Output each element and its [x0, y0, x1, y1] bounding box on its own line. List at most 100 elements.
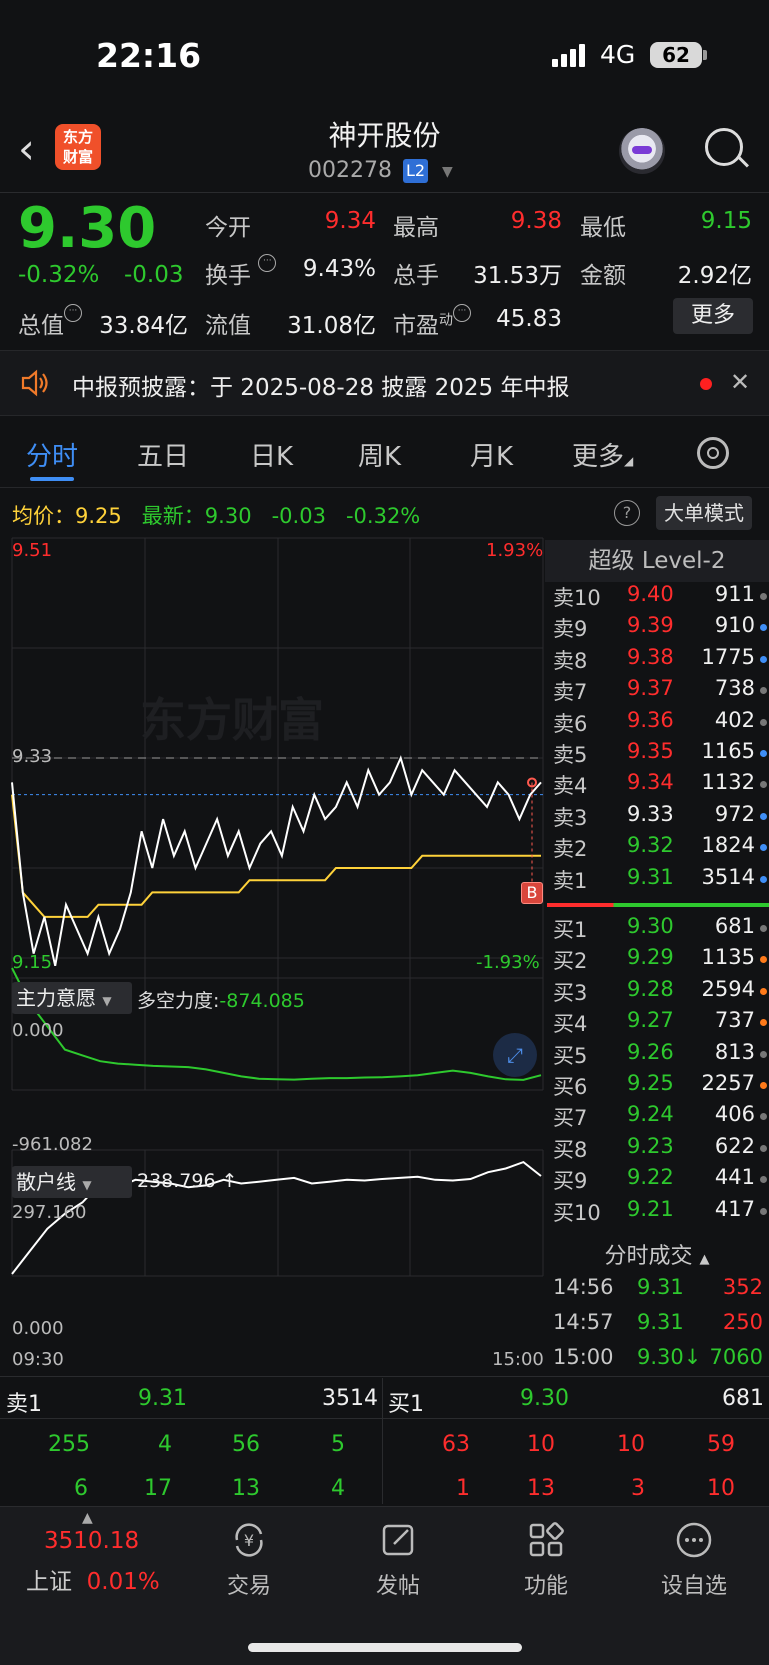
- tab-five-day[interactable]: 五日: [137, 436, 189, 473]
- chart-prev-close: 9.33: [12, 746, 53, 767]
- tab-underline: [30, 477, 74, 481]
- trade-tick-row: 14:57 9.31 250: [553, 1310, 763, 1341]
- amount-value: 2.92亿: [677, 263, 752, 289]
- orderbook-ask-row[interactable]: 卖10 9.40 911: [553, 582, 767, 613]
- bid-level: 买10: [553, 1200, 601, 1225]
- index-caret-up-icon[interactable]: ▲: [82, 1510, 93, 1526]
- amount-label: 金额: [580, 263, 626, 289]
- ask-price: 9.32: [627, 833, 674, 858]
- bid-price: 9.30: [627, 914, 674, 938]
- more-dots-icon[interactable]: ···: [64, 304, 82, 322]
- orderbook-bid-row[interactable]: 买3 9.28 2594: [553, 976, 767, 1008]
- bid-dot: [760, 1207, 767, 1215]
- queue-cell: 13: [527, 1476, 555, 1501]
- expand-icon[interactable]: ⤢: [493, 1033, 537, 1077]
- trade-ticks-title[interactable]: 分时成交 ▲: [545, 1238, 769, 1274]
- svg-text:¥: ¥: [244, 1531, 254, 1550]
- orderbook-ask-row[interactable]: 卖5 9.35 1165: [553, 739, 767, 770]
- tab-weekly-k[interactable]: 周K: [358, 436, 401, 473]
- intraday-chart[interactable]: 东方财富: [0, 536, 545, 1372]
- tab-intraday[interactable]: 分时: [26, 436, 78, 473]
- price-info-row: 均价：9.25 最新：9.30 -0.03 -0.32%: [12, 504, 421, 528]
- volume-label: 总手: [393, 263, 439, 289]
- orderbook-split: [547, 903, 769, 907]
- ask-volume: 911: [714, 582, 755, 606]
- grid-apps-icon: [529, 1522, 564, 1557]
- tick-time: 14:57: [553, 1310, 614, 1334]
- orderbook-ask-row[interactable]: 卖6 9.36 402: [553, 708, 767, 739]
- x-start-label: 09:30: [12, 1349, 64, 1370]
- ask-dot: [760, 624, 767, 632]
- indicator1-dropdown[interactable]: 主力意愿 ▼: [12, 982, 132, 1014]
- chart-y-top-pct: 1.93%: [486, 540, 544, 561]
- ask-dot: [760, 687, 767, 695]
- low-value: 9.15: [700, 208, 752, 234]
- tick-price: 9.31: [637, 1310, 684, 1334]
- pe-value: 45.83: [496, 306, 562, 332]
- orderbook-ask-row[interactable]: 卖9 9.39 910: [553, 613, 767, 644]
- help-icon[interactable]: ?: [614, 500, 640, 526]
- orderbook-bid-row[interactable]: 买7 9.24 406: [553, 1102, 767, 1133]
- orderbook-bid-row[interactable]: 买10 9.21 417: [553, 1197, 767, 1228]
- high-value: 9.38: [510, 208, 562, 234]
- caret-down-icon[interactable]: ▼: [442, 164, 453, 180]
- more-dots-icon[interactable]: ···: [453, 304, 471, 322]
- orderbook-ask-row[interactable]: 卖2 9.32 1824: [553, 833, 767, 864]
- chart-y-bottom: 9.15: [12, 952, 53, 973]
- bid-volume: 441: [714, 1165, 755, 1190]
- more-button[interactable]: 更多: [673, 298, 753, 334]
- orderbook-bid-row[interactable]: 买1 9.30 681: [553, 914, 767, 945]
- close-icon[interactable]: ✕: [730, 368, 750, 396]
- orderbook-bid-row[interactable]: 买4 9.27 737: [553, 1008, 767, 1039]
- orderbook-bid-row[interactable]: 买6 9.25 2257: [553, 1071, 767, 1102]
- nav-set-watchlist[interactable]: 设自选: [634, 1520, 754, 1600]
- home-indicator[interactable]: [248, 1643, 522, 1652]
- pe-label: 市盈动···: [393, 304, 471, 340]
- bid-volume: 2594: [701, 976, 755, 1001]
- level2-badge[interactable]: L2: [403, 159, 428, 183]
- ind1-bottom-label: -961.082: [12, 1134, 93, 1155]
- more-dots-icon[interactable]: ···: [258, 254, 277, 272]
- ask-volume: 1132: [701, 770, 755, 795]
- orderbook-ask-row[interactable]: 卖3 9.33 972: [553, 802, 767, 833]
- open-label: 今开: [205, 215, 251, 241]
- orderbook-bid-row[interactable]: 买9 9.22 441: [553, 1165, 767, 1196]
- bid-level: 买8: [553, 1137, 588, 1162]
- nav-functions[interactable]: 功能: [486, 1520, 606, 1600]
- tab-daily-k[interactable]: 日K: [250, 436, 293, 473]
- orderbook-ask-row[interactable]: 卖4 9.34 1132: [553, 770, 767, 801]
- indicator2-dropdown[interactable]: 散户线 ▼: [12, 1166, 132, 1198]
- nav-trade[interactable]: ¥ 交易: [189, 1520, 309, 1600]
- orderbook-ask-row[interactable]: 卖1 9.31 3514: [553, 865, 767, 896]
- bottom-buy-price: 9.30: [520, 1386, 569, 1411]
- ask-dot: [760, 750, 767, 757]
- tab-monthly-k[interactable]: 月K: [470, 436, 513, 473]
- nav-post[interactable]: 发帖: [338, 1520, 458, 1600]
- change-percent: -0.32%: [18, 262, 100, 288]
- queue-cell: 10: [707, 1476, 735, 1501]
- big-order-mode-button[interactable]: 大单模式: [656, 496, 752, 530]
- high-label: 最高: [393, 215, 439, 241]
- stock-code[interactable]: 002278: [308, 158, 392, 183]
- queue-cell: 1: [456, 1476, 470, 1501]
- orderbook-bid-row[interactable]: 买2 9.29 1135: [553, 945, 767, 976]
- bid-volume: 406: [714, 1102, 755, 1127]
- orderbook-bid-row[interactable]: 买5 9.26 813: [553, 1040, 767, 1071]
- orderbook-ask-row[interactable]: 卖7 9.37 738: [553, 676, 767, 707]
- ask-level: 卖4: [553, 774, 588, 799]
- tick-price: 9.31: [637, 1275, 684, 1299]
- bid-price: 9.22: [627, 1165, 674, 1190]
- tab-more[interactable]: 更多◢: [572, 436, 633, 473]
- orderbook-bid-row[interactable]: 买8 9.23 622: [553, 1134, 767, 1165]
- notice-text[interactable]: 中报预披露：于 2025-08-28 披露 2025 年中报: [72, 368, 569, 402]
- index-value[interactable]: 3510.18: [44, 1528, 139, 1554]
- bid-volume: 1135: [701, 945, 755, 970]
- buy-marker[interactable]: B: [521, 882, 543, 904]
- tick-price: 9.30↓: [637, 1345, 702, 1369]
- indicator1-extra: 多空力度:-874.085: [137, 990, 305, 1012]
- queue-cell: 56: [232, 1432, 260, 1457]
- search-icon[interactable]: [705, 128, 743, 166]
- more-circle-icon: [676, 1522, 712, 1558]
- orderbook-ask-row[interactable]: 卖8 9.38 1775: [553, 645, 767, 676]
- index-row[interactable]: 上证 0.01%: [26, 1562, 160, 1596]
